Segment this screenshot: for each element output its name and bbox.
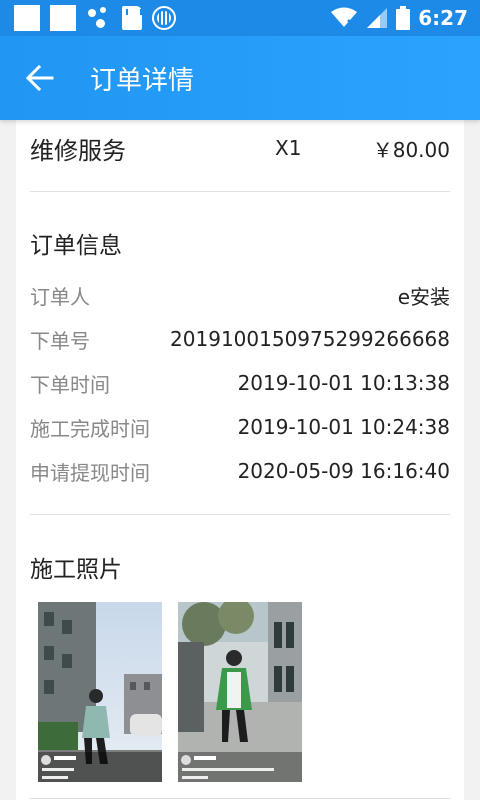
construction-photo[interactable] bbox=[38, 602, 162, 782]
notification-icon bbox=[14, 5, 40, 31]
info-row-withdraw-time: 申请提现时间 2020-05-09 16:16:40 bbox=[30, 449, 450, 493]
sync-icon bbox=[152, 6, 176, 30]
info-value: 2019-10-01 10:13:38 bbox=[237, 371, 450, 395]
service-item-row: 维修服务 X1 ￥80.00 bbox=[30, 120, 450, 184]
divider bbox=[30, 514, 450, 515]
service-price: ￥80.00 bbox=[372, 137, 450, 162]
construction-photos-title: 施工照片 bbox=[30, 557, 122, 583]
divider bbox=[30, 191, 450, 192]
status-time: 6:27 bbox=[418, 6, 468, 30]
info-label: 施工完成时间 bbox=[30, 416, 150, 441]
info-row-order-time: 下单时间 2019-10-01 10:13:38 bbox=[30, 361, 450, 405]
info-value: 20191001509752992666​68 bbox=[170, 327, 450, 351]
info-row-order-number: 下单号 20191001509752992666​68 bbox=[30, 317, 450, 361]
back-button[interactable] bbox=[0, 36, 80, 120]
divider bbox=[30, 798, 450, 799]
wifi-icon bbox=[331, 7, 358, 28]
info-label: 申请提现时间 bbox=[30, 460, 150, 485]
info-label: 下单号 bbox=[30, 328, 90, 353]
order-info-title: 订单信息 bbox=[30, 233, 122, 259]
arrow-left-icon bbox=[26, 64, 54, 92]
info-row-completion-time: 施工完成时间 2019-10-01 10:24:38 bbox=[30, 405, 450, 449]
info-label: 订单人 bbox=[30, 284, 90, 309]
sd-card-icon bbox=[122, 6, 142, 30]
share-icon bbox=[86, 5, 112, 31]
page-title: 订单详情 bbox=[90, 65, 195, 96]
status-bar: 6:27 bbox=[0, 0, 480, 36]
info-label: 下单时间 bbox=[30, 372, 110, 397]
order-detail-card: 维修服务 X1 ￥80.00 订单信息 订单人 e安装 下单号 20191001… bbox=[16, 120, 464, 800]
battery-icon bbox=[396, 6, 411, 30]
signal-icon bbox=[367, 8, 388, 28]
info-row-orderer: 订单人 e安装 bbox=[30, 273, 450, 317]
info-value: 2019-10-01 10:24:38 bbox=[237, 415, 450, 439]
construction-photo[interactable] bbox=[178, 602, 302, 782]
app-toolbar: 订单详情 bbox=[0, 36, 480, 120]
service-quantity: X1 bbox=[275, 136, 302, 160]
service-name: 维修服务 bbox=[30, 136, 126, 165]
notification-icon bbox=[50, 5, 76, 31]
info-value: 2020-05-09 16:16:40 bbox=[237, 459, 450, 483]
info-value: e安装 bbox=[397, 284, 450, 309]
